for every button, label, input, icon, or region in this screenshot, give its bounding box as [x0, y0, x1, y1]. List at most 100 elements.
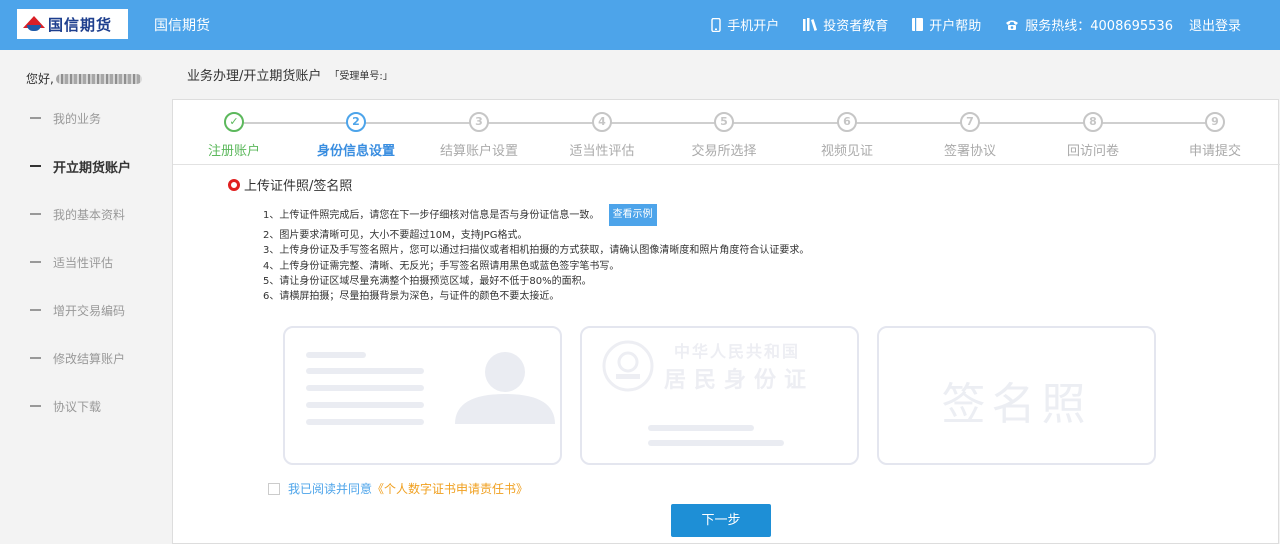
sidebar-item-add-trading-code[interactable]: 增开交易编码	[0, 286, 172, 334]
dash-icon	[30, 117, 41, 119]
sidebar-item-label: 修改结算账户	[53, 351, 126, 366]
sidebar: 您好, 我的业务 开立期货账户 我的基本资料 适当性评估 增开交易编码 修改结算…	[0, 50, 172, 544]
step-number: 4	[592, 112, 612, 132]
id-back-lines-icon	[648, 425, 784, 446]
step-number: 8	[1083, 112, 1103, 132]
agree-checkbox[interactable]	[268, 482, 280, 495]
step-exchange: 5 交易所选择	[663, 112, 785, 159]
account-help-label: 开户帮助	[929, 19, 982, 34]
step-number: 9	[1205, 112, 1225, 132]
greeting-text: 您好,	[26, 72, 54, 86]
step-sign: 7 签署协议	[909, 112, 1031, 159]
hotline-label: 服务热线：4008695536	[1025, 19, 1173, 34]
check-icon: ✓	[224, 112, 244, 132]
step-number: 3	[469, 112, 489, 132]
dash-icon	[30, 405, 41, 407]
sidebar-item-basic-info[interactable]: 我的基本资料	[0, 190, 172, 238]
agreement-row: 我已阅读并同意 《个人数字证书申请责任书》	[268, 480, 528, 497]
main-panel: ✓ 注册账户 2 身份信息设置 3 结算账户设置 4 适当性评估 5 交易所选择…	[172, 99, 1280, 544]
step-video: 6 视频见证	[786, 112, 908, 159]
signature-placeholder-text: 签名照	[941, 379, 1092, 430]
phone-icon	[711, 17, 721, 32]
dash-icon	[30, 357, 41, 359]
breadcrumb: 业务办理/开立期货账户 「受理单号:」	[172, 50, 1280, 99]
signature-upload[interactable]: 签名照	[877, 326, 1156, 465]
ticket-number: 「受理单号:」	[329, 71, 393, 82]
telephone-icon	[1006, 20, 1019, 30]
dash-icon	[30, 309, 41, 311]
sidebar-item-label: 开立期货账户	[53, 160, 132, 176]
sidebar-item-my-business[interactable]: 我的业务	[0, 94, 172, 142]
instruction-item: 4、上传身份证需完整、清晰、无反光；手写签名照请用黑色或蓝色签字笔书写。	[263, 260, 620, 272]
sidebar-item-label: 增开交易编码	[53, 303, 126, 318]
company-logo[interactable]: 国信期货	[17, 9, 128, 39]
instruction-item: 5、请让身份证区域尽量充满整个拍摄预览区域，最好不低于80%的面积。	[263, 275, 592, 287]
books-icon	[803, 18, 818, 31]
sidebar-item-suitability[interactable]: 适当性评估	[0, 238, 172, 286]
step-label: 交易所选择	[691, 144, 757, 159]
step-label: 结算账户设置	[439, 144, 518, 159]
step-label: 回访问卷	[1066, 144, 1119, 159]
instruction-item: 2、图片要求清晰可见，大小不要超过10M，支持JPG格式。	[263, 230, 528, 241]
dash-icon	[30, 213, 41, 215]
id-card-front-upload[interactable]	[283, 326, 562, 465]
step-number: 7	[960, 112, 980, 132]
upload-title-text: 上传证件照/签名照	[244, 179, 353, 194]
step-submit: 9 申请提交	[1154, 112, 1276, 159]
dash-icon	[30, 165, 41, 167]
logo-text: 国信期货	[48, 15, 113, 34]
radio-dot-icon	[228, 178, 240, 191]
side-menu: 我的业务 开立期货账户 我的基本资料 适当性评估 增开交易编码 修改结算账户 协…	[0, 94, 172, 430]
step-suitability: 4 适当性评估	[541, 112, 663, 159]
service-hotline: 服务热线：4008695536	[1005, 15, 1173, 34]
mobile-open-account-label: 手机开户	[727, 19, 780, 34]
account-help-link[interactable]: 开户帮助	[912, 15, 981, 34]
logout-link[interactable]: 退出登录	[1189, 15, 1241, 34]
step-number: 2	[346, 112, 366, 132]
step-number: 6	[837, 112, 857, 132]
user-greeting: 您好,	[26, 70, 142, 87]
step-label: 申请提交	[1188, 144, 1241, 159]
mobile-open-account-link[interactable]: 手机开户	[711, 15, 779, 34]
investor-education-link[interactable]: 投资者教育	[803, 15, 888, 34]
progress-steps: ✓ 注册账户 2 身份信息设置 3 结算账户设置 4 适当性评估 5 交易所选择…	[173, 100, 1280, 165]
upload-section-title: 上传证件照/签名照	[228, 175, 352, 194]
step-label: 注册账户	[207, 144, 260, 159]
step-identity: 2 身份信息设置	[295, 112, 417, 159]
step-label: 适当性评估	[569, 144, 635, 159]
upload-instructions: 1、上传证件照完成后，请您在下一步仔细核对信息是否与身份证信息一致。 查看示例 …	[263, 204, 809, 304]
dash-icon	[30, 261, 41, 263]
investor-education-label: 投资者教育	[823, 19, 889, 34]
step-label: 签署协议	[943, 144, 996, 159]
step-register: ✓ 注册账户	[173, 112, 295, 159]
id-card-back-upload[interactable]: 中华人民共和国 居民身份证	[580, 326, 859, 465]
agree-text: 我已阅读并同意	[288, 482, 373, 496]
top-header: 国信期货 国信期货 手机开户 投资者教育 开户帮助 服务热线：400869553…	[0, 0, 1280, 50]
sidebar-item-modify-settlement[interactable]: 修改结算账户	[0, 334, 172, 382]
sidebar-item-label: 适当性评估	[53, 255, 114, 270]
sidebar-item-agreement-download[interactable]: 协议下载	[0, 382, 172, 430]
step-questionnaire: 8 回访问卷	[1032, 112, 1154, 159]
logo-icon	[23, 14, 45, 34]
instruction-item: 1、上传证件照完成后，请您在下一步仔细核对信息是否与身份证信息一致。 查看示例	[263, 204, 809, 228]
view-example-button[interactable]: 查看示例	[608, 204, 657, 226]
step-settlement: 3 结算账户设置	[418, 112, 540, 159]
instruction-item: 3、上传身份证及手写签名照片，您可以通过扫描仪或者相机拍摄的方式获取，请确认图像…	[263, 245, 810, 257]
id-front-placeholder-icon	[306, 352, 555, 425]
step-label: 身份信息设置	[316, 144, 395, 159]
agreement-doc-link[interactable]: 《个人数字证书申请责任书》	[372, 480, 528, 497]
step-number: 5	[714, 112, 734, 132]
masked-username	[55, 73, 142, 84]
instruction-text: 1、上传证件照完成后，请您在下一步仔细核对信息是否与身份证信息一致。	[263, 210, 600, 221]
top-nav: 手机开户 投资者教育 开户帮助 服务热线：4008695536 退出登录	[711, 15, 1241, 34]
next-step-button[interactable]: 下一步	[671, 504, 771, 537]
sidebar-item-label: 协议下载	[53, 399, 102, 414]
breadcrumb-path: 业务办理/开立期货账户	[187, 69, 322, 84]
step-label: 视频见证	[820, 144, 873, 159]
instruction-item: 6、请横屏拍摄；尽量拍摄背景为深色，与证件的颜色不要太接近。	[263, 291, 560, 303]
sidebar-item-label: 我的业务	[53, 111, 102, 126]
sidebar-item-label: 我的基本资料	[53, 207, 126, 222]
sidebar-item-open-futures-account[interactable]: 开立期货账户	[0, 142, 172, 190]
book-icon	[912, 18, 924, 31]
brand-name[interactable]: 国信期货	[154, 15, 210, 35]
